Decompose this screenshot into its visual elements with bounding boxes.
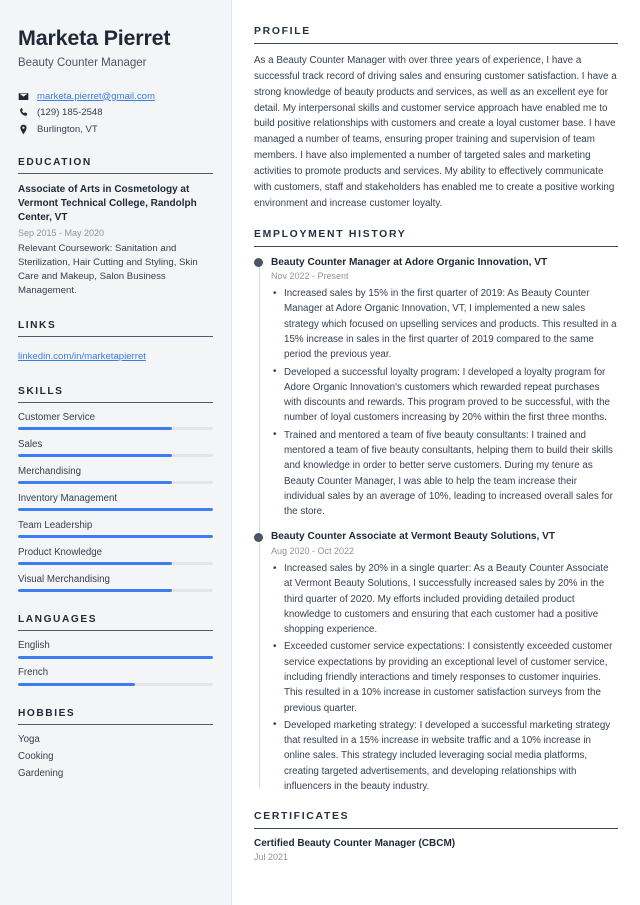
- language-item: English: [18, 640, 213, 659]
- skill-level-fill: [18, 508, 213, 512]
- employment-date: Aug 2020 - Oct 2022: [271, 546, 355, 557]
- certificate-item: Certified Beauty Counter Manager (CBCM) …: [254, 838, 618, 862]
- hobby-item: Gardening: [18, 767, 64, 779]
- phone-icon: [18, 107, 29, 118]
- education-date: Sep 2015 - May 2020: [18, 227, 105, 238]
- skill-level-fill: [18, 454, 173, 458]
- hobby-item: Yoga: [18, 733, 40, 745]
- employment-bullet: Increased sales by 15% in the first quar…: [271, 286, 618, 362]
- languages-heading: LANGUAGES: [18, 614, 213, 632]
- skill-level-bar: [18, 454, 213, 458]
- employment-date: Nov 2022 - Present: [271, 271, 349, 282]
- skill-level-bar: [18, 562, 213, 566]
- skill-item: Visual Merchandising: [18, 574, 213, 593]
- map-pin-icon: [18, 124, 29, 135]
- skill-label: Sales: [18, 438, 43, 450]
- certificates-heading: CERTIFICATES: [254, 811, 618, 830]
- timeline-dot-icon: [254, 532, 263, 542]
- skill-level-fill: [18, 589, 173, 593]
- skill-item: Merchandising: [18, 466, 213, 485]
- contact-email-text[interactable]: marketa.pierret@gmail.com: [37, 91, 155, 102]
- employment-bullets: Increased sales by 15% in the first quar…: [271, 286, 618, 519]
- main-content: PROFILE As a Beauty Counter Manager with…: [232, 0, 640, 905]
- language-label: French: [18, 667, 49, 679]
- skill-item: Customer Service: [18, 412, 213, 431]
- sidebar: Marketa Pierret Beauty Counter Manager m…: [0, 0, 232, 905]
- skill-level-fill: [18, 481, 173, 485]
- employment-entry: Beauty Counter Manager at Adore Organic …: [254, 256, 618, 520]
- education-description: Relevant Coursework: Sanitation and Ster…: [18, 242, 198, 296]
- profile-heading: PROFILE: [254, 26, 618, 44]
- skill-label: Merchandising: [18, 465, 82, 477]
- section-certificates: CERTIFICATES Certified Beauty Counter Ma…: [254, 811, 618, 862]
- contact-phone: (129) 185-2548: [18, 107, 213, 118]
- resume-page: Marketa Pierret Beauty Counter Manager m…: [0, 0, 640, 905]
- employment-bullet: Exceeded customer service expectations: …: [271, 639, 618, 715]
- skill-label: Product Knowledge: [18, 546, 103, 558]
- skill-item: Sales: [18, 439, 213, 458]
- skills-heading: SKILLS: [18, 386, 213, 403]
- section-employment-history: EMPLOYMENT HISTORY Beauty Counter Manage…: [254, 229, 618, 795]
- skill-level-bar: [18, 508, 213, 512]
- links-heading: LINKS: [18, 320, 213, 337]
- profile-text: As a Beauty Counter Manager with over th…: [254, 55, 617, 209]
- employment-role: Beauty Counter Manager at Adore Organic …: [271, 256, 548, 268]
- skill-item: Inventory Management: [18, 493, 213, 512]
- skill-level-bar: [18, 427, 213, 431]
- language-label: English: [18, 640, 50, 652]
- skill-label: Inventory Management: [18, 492, 118, 504]
- skill-level-fill: [18, 427, 173, 431]
- certificate-date: Jul 2021: [254, 851, 289, 862]
- skill-level-bar: [18, 535, 213, 539]
- employment-role: Beauty Counter Associate at Vermont Beau…: [271, 531, 555, 543]
- employment-bullet: Developed marketing strategy: I develope…: [271, 717, 618, 794]
- skill-label: Customer Service: [18, 411, 95, 423]
- timeline-line: [258, 262, 260, 789]
- candidate-name: Marketa Pierret: [18, 26, 171, 50]
- timeline-dot-icon: [254, 258, 263, 268]
- certificate-name: Certified Beauty Counter Manager (CBCM): [254, 838, 456, 850]
- section-education: EDUCATION Associate of Arts in Cosmetolo…: [18, 157, 213, 298]
- education-degree: Associate of Arts in Cosmetology at Verm…: [18, 183, 197, 224]
- employment-bullet: Developed a successful loyalty program: …: [271, 364, 618, 426]
- skill-item: Team Leadership: [18, 520, 213, 539]
- hobby-item: Cooking: [18, 750, 54, 762]
- employment-heading: EMPLOYMENT HISTORY: [254, 229, 618, 247]
- section-skills: SKILLS Customer Service Sales Merchandis…: [18, 386, 213, 593]
- section-hobbies: HOBBIES Yoga Cooking Gardening: [18, 708, 213, 779]
- envelope-icon: [18, 91, 29, 102]
- education-heading: EDUCATION: [18, 157, 213, 174]
- employment-bullet: Trained and mentored a team of five beau…: [271, 427, 618, 520]
- section-profile: PROFILE As a Beauty Counter Manager with…: [254, 26, 618, 212]
- skill-label: Visual Merchandising: [18, 573, 110, 585]
- language-level-fill: [18, 682, 135, 686]
- candidate-job-title: Beauty Counter Manager: [18, 56, 147, 69]
- section-languages: LANGUAGES English French: [18, 614, 213, 686]
- contact-list: marketa.pierret@gmail.com (129) 185-2548…: [18, 91, 213, 135]
- section-links: LINKS linkedin.com/in/marketapierret: [18, 320, 213, 364]
- link-linkedin[interactable]: linkedin.com/in/marketapierret: [18, 351, 146, 362]
- hobbies-heading: HOBBIES: [18, 708, 213, 725]
- employment-entry: Beauty Counter Associate at Vermont Beau…: [254, 530, 618, 794]
- skill-label: Team Leadership: [18, 519, 93, 531]
- employment-bullet: Increased sales by 20% in a single quart…: [271, 561, 618, 637]
- skill-item: Product Knowledge: [18, 547, 213, 566]
- skill-level-bar: [18, 589, 213, 593]
- skill-level-bar: [18, 481, 213, 485]
- employment-bullets: Increased sales by 20% in a single quart…: [271, 561, 618, 794]
- language-level-bar: [18, 655, 213, 659]
- language-item: French: [18, 667, 213, 686]
- contact-email[interactable]: marketa.pierret@gmail.com: [18, 91, 213, 102]
- skill-level-fill: [18, 535, 213, 539]
- contact-location: Burlington, VT: [18, 124, 213, 135]
- contact-location-text: Burlington, VT: [37, 123, 98, 135]
- language-level-fill: [18, 655, 213, 659]
- employment-timeline: Beauty Counter Manager at Adore Organic …: [254, 256, 618, 795]
- skill-level-fill: [18, 562, 173, 566]
- language-level-bar: [18, 682, 213, 686]
- contact-phone-text: (129) 185-2548: [37, 107, 103, 119]
